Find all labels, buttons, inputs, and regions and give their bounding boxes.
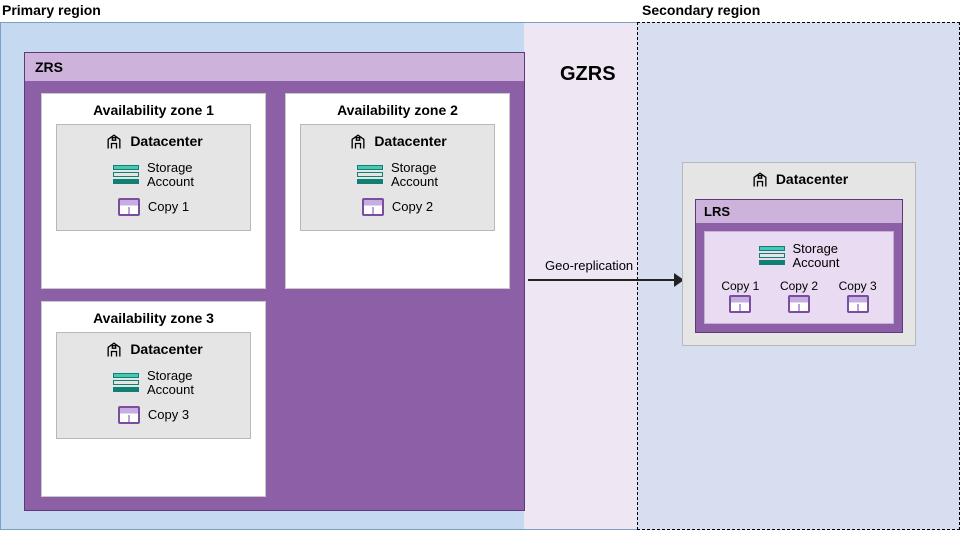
zrs-box: ZRS Availability zone 1 Datacenter Stora… (24, 52, 525, 511)
datacenter-icon (348, 131, 368, 151)
availability-zone-2: Availability zone 2 Datacenter Storage A… (285, 93, 510, 289)
zrs-label: ZRS (25, 53, 524, 81)
primary-region-label: Primary region (2, 2, 101, 18)
copy-icon (362, 198, 384, 216)
copy-icon (118, 198, 140, 216)
availability-zone-1: Availability zone 1 Datacenter Storage A… (41, 93, 266, 289)
geo-replication-arrow (528, 279, 678, 281)
az1-copy-label: Copy 1 (148, 199, 189, 214)
secondary-datacenter-label: Datacenter (776, 171, 848, 187)
gzrs-diagram: Primary region Secondary region GZRS ZRS… (0, 0, 960, 541)
lrs-copy-2: Copy 2 (780, 279, 818, 313)
storage-icon (357, 165, 383, 185)
lrs-label: LRS (696, 200, 902, 223)
copy-icon (788, 295, 810, 313)
az3-storage-label: Storage Account (147, 369, 194, 398)
az2-copy-label: Copy 2 (392, 199, 433, 214)
az3-datacenter: Datacenter Storage Account Copy 3 (56, 332, 251, 439)
lrs-inner: Storage Account Copy 1 Copy 2 Copy 3 (704, 231, 894, 324)
az2-storage-label: Storage Account (391, 161, 438, 190)
copy-icon (847, 295, 869, 313)
az2-datacenter-label: Datacenter (374, 133, 446, 149)
lrs-copy-3-label: Copy 3 (839, 279, 877, 293)
lrs-box: LRS Storage Account Copy 1 Copy 2 (695, 199, 903, 333)
datacenter-icon (750, 169, 770, 189)
geo-replication-label: Geo-replication (545, 258, 633, 273)
copy-icon (118, 406, 140, 424)
lrs-copy-2-label: Copy 2 (780, 279, 818, 293)
storage-icon (113, 373, 139, 393)
az2-datacenter: Datacenter Storage Account Copy 2 (300, 124, 495, 231)
az1-datacenter-label: Datacenter (130, 133, 202, 149)
lrs-storage-label: Storage Account (793, 242, 840, 271)
az1-title: Availability zone 1 (42, 94, 265, 124)
az3-title: Availability zone 3 (42, 302, 265, 332)
datacenter-icon (104, 131, 124, 151)
center-strip (524, 23, 637, 529)
az2-title: Availability zone 2 (286, 94, 509, 124)
az3-copy-label: Copy 3 (148, 407, 189, 422)
copy-icon (729, 295, 751, 313)
az1-datacenter: Datacenter Storage Account Copy 1 (56, 124, 251, 231)
diagram-title: GZRS (560, 63, 616, 86)
lrs-copy-1: Copy 1 (721, 279, 759, 313)
lrs-copy-1-label: Copy 1 (721, 279, 759, 293)
availability-zone-3: Availability zone 3 Datacenter Storage A… (41, 301, 266, 497)
datacenter-icon (104, 339, 124, 359)
secondary-datacenter: Datacenter LRS Storage Account Copy 1 Co… (682, 162, 916, 346)
az3-datacenter-label: Datacenter (130, 341, 202, 357)
secondary-region-label: Secondary region (642, 2, 760, 18)
lrs-copy-3: Copy 3 (839, 279, 877, 313)
az1-storage-label: Storage Account (147, 161, 194, 190)
storage-icon (759, 246, 785, 266)
storage-icon (113, 165, 139, 185)
